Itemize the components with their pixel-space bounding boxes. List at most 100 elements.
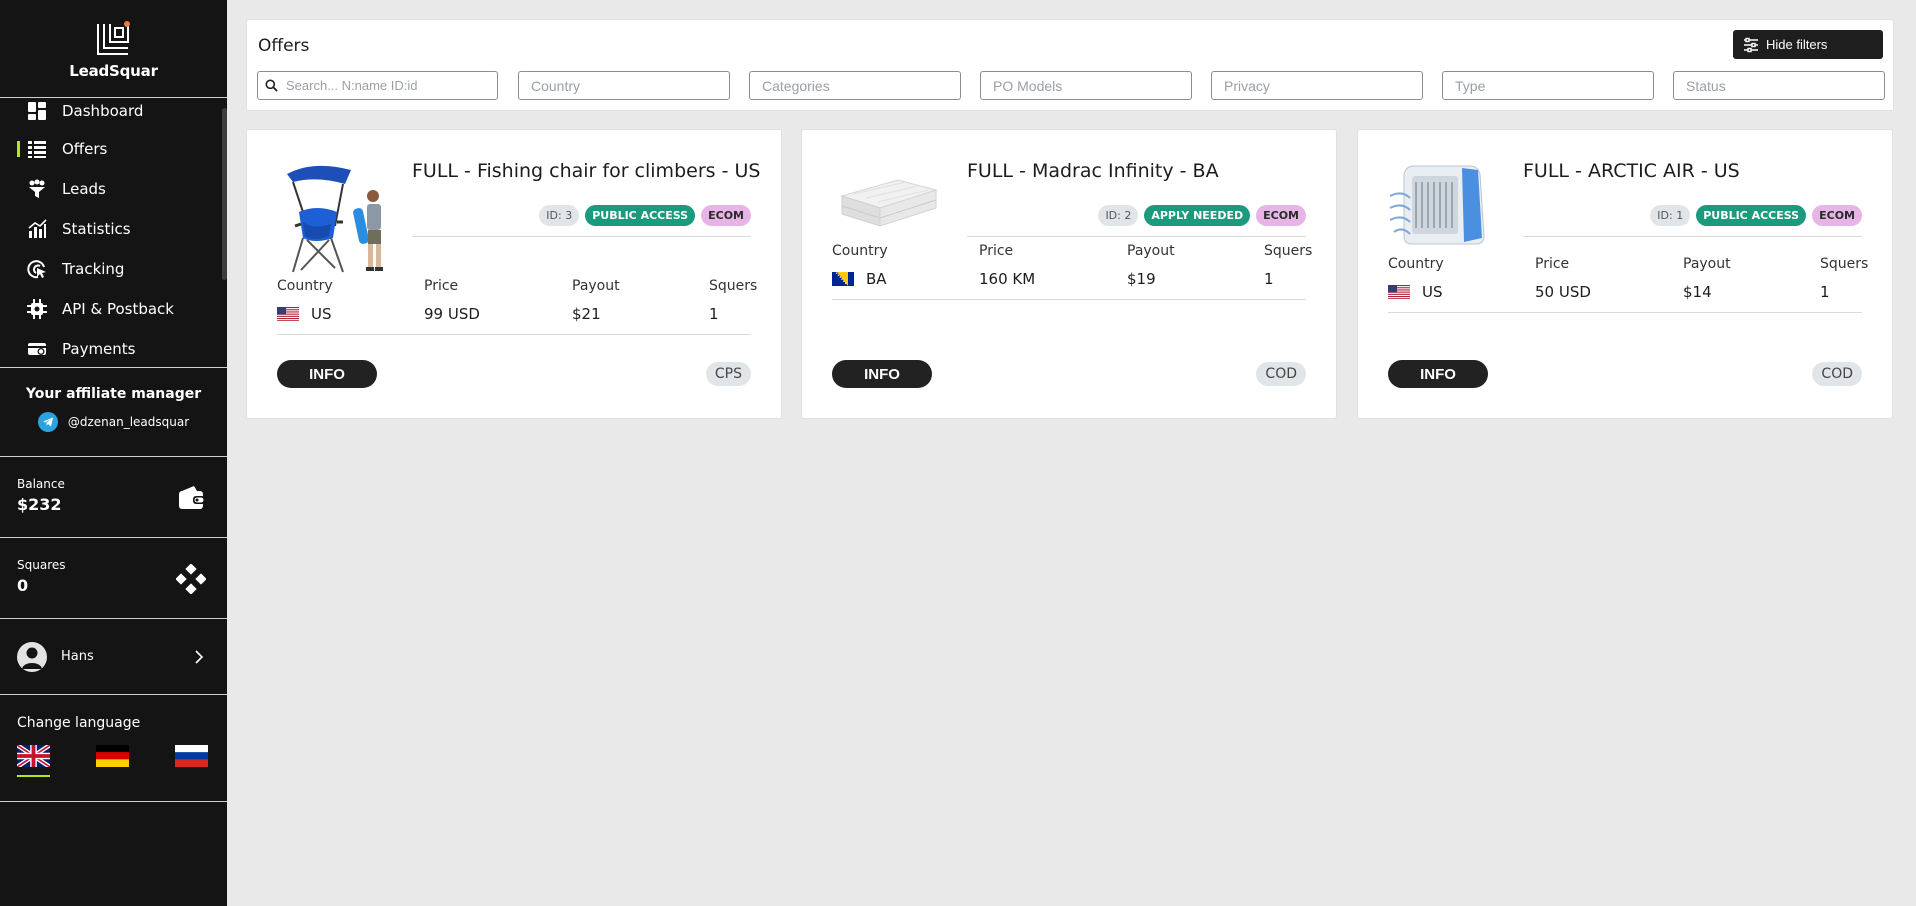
stat-label: Squers (1264, 243, 1313, 259)
leadsquar-logo-icon (96, 20, 130, 55)
stat-label: Payout (1683, 256, 1731, 272)
privacy-filter[interactable] (1211, 71, 1423, 100)
russia-flag-icon (175, 745, 208, 767)
affiliate-manager-contact[interactable]: @dzenan_leadsquar (0, 412, 227, 432)
leads-icon (27, 179, 47, 199)
country-code: BA (866, 270, 887, 288)
divider (1523, 236, 1862, 237)
offer-id-badge: ID: 2 (1098, 205, 1139, 226)
nav-item-api-postback[interactable]: API & Postback (0, 294, 220, 324)
offer-stats: Country US Price 99 USD Payout $21 Squer… (277, 278, 757, 330)
stat-payout: Payout $14 (1683, 256, 1731, 301)
squares-box: Squares 0 (0, 538, 227, 619)
divider (832, 299, 1306, 300)
stat-label: Squers (709, 278, 758, 294)
type-filter[interactable] (1442, 71, 1654, 100)
stat-country: Country US (1388, 256, 1444, 301)
offer-title[interactable]: FULL - Madrac Infinity - BA (967, 160, 1219, 182)
offer-stats: Country US Price 50 USD Payout $14 Squer… (1388, 256, 1868, 308)
stat-value: 1 (709, 305, 719, 323)
stat-squers: Squers 1 (709, 278, 757, 323)
language-german[interactable] (96, 745, 129, 777)
logo[interactable]: LeadSquar (0, 0, 227, 98)
tracking-icon (27, 259, 47, 279)
affiliate-manager-handle: @dzenan_leadsquar (67, 415, 190, 429)
stat-value: 1 (1820, 283, 1830, 301)
categories-filter[interactable] (749, 71, 961, 100)
sliders-icon (1744, 37, 1758, 52)
access-badge: PUBLIC ACCESS (585, 205, 696, 226)
info-button[interactable]: INFO (832, 360, 932, 388)
language-title: Change language (17, 715, 141, 731)
offer-card[interactable]: FULL - Madrac Infinity - BA ID: 2 APPLY … (801, 129, 1337, 419)
nav-scrollbar[interactable] (222, 108, 227, 280)
divider (967, 236, 1306, 237)
offer-card[interactable]: FULL - Fishing chair for climbers - US I… (246, 129, 782, 419)
statistics-icon (27, 219, 47, 239)
hide-filters-button[interactable]: Hide filters (1733, 30, 1883, 59)
stat-value: $21 (572, 305, 601, 323)
telegram-icon (37, 412, 58, 432)
offer-title[interactable]: FULL - ARCTIC AIR - US (1523, 160, 1740, 182)
offer-badges: ID: 2 APPLY NEEDED ECOM (1098, 205, 1306, 226)
offer-title[interactable]: FULL - Fishing chair for climbers - US (412, 160, 760, 182)
stat-price: Price 99 USD (424, 278, 480, 323)
nav-item-offers[interactable]: Offers (0, 134, 220, 164)
nav-item-leads[interactable]: Leads (0, 174, 220, 204)
divider (412, 236, 751, 237)
vertical-badge: ECOM (1812, 205, 1862, 226)
payments-icon (27, 339, 47, 359)
payment-model-badge: COD (1812, 362, 1862, 386)
search-icon (265, 79, 278, 92)
nav-label: Dashboard (62, 102, 144, 120)
stat-label: Country (832, 243, 888, 259)
air-cooler-image (1389, 165, 1485, 245)
stat-country: Country BA (832, 243, 888, 288)
avatar (17, 641, 47, 672)
info-button[interactable]: INFO (277, 360, 377, 388)
stat-value: 160 KM (979, 270, 1036, 288)
stat-label: Country (1388, 256, 1444, 272)
stat-value: $19 (1127, 270, 1156, 288)
nav-label: Tracking (62, 260, 125, 278)
language-english[interactable] (17, 745, 50, 777)
status-filter[interactable] (1673, 71, 1885, 100)
stat-value: BA (832, 270, 888, 288)
affiliate-manager: Your affiliate manager @dzenan_leadsquar (0, 368, 227, 457)
vertical-badge: ECOM (701, 205, 751, 226)
germany-flag-icon (96, 745, 129, 767)
language-russian[interactable] (175, 745, 208, 777)
mattress-image (840, 179, 938, 227)
affiliate-manager-title: Your affiliate manager (25, 386, 202, 402)
info-button[interactable]: INFO (1388, 360, 1488, 388)
balance-box: Balance $232 (0, 457, 227, 538)
nav-item-payments[interactable]: Payments (0, 334, 220, 364)
po-models-filter[interactable] (980, 71, 1192, 100)
stat-squers: Squers 1 (1820, 256, 1868, 301)
stat-value: 1 (1264, 270, 1274, 288)
stat-label: Payout (1127, 243, 1175, 259)
stat-label: Payout (572, 278, 620, 294)
fishing-chair-image (287, 165, 383, 273)
country-filter[interactable] (518, 71, 730, 100)
nav-label: Payments (62, 340, 136, 358)
vertical-badge: ECOM (1256, 205, 1306, 226)
stat-label: Price (424, 278, 459, 294)
nav-item-tracking[interactable]: Tracking (0, 254, 220, 284)
stat-country: Country US (277, 278, 333, 323)
stat-label: Price (1535, 256, 1570, 272)
language-switcher: Change language (0, 695, 227, 802)
us-flag-icon (1388, 285, 1410, 299)
list-icon (27, 139, 47, 159)
stat-price: Price 160 KM (979, 243, 1035, 288)
uk-flag-icon (17, 745, 50, 767)
hide-filters-label: Hide filters (1766, 37, 1828, 52)
wallet-icon (179, 486, 205, 509)
search-input[interactable] (257, 71, 498, 100)
nav-item-statistics[interactable]: Statistics (0, 214, 220, 244)
user-menu[interactable]: Hans (0, 619, 227, 695)
nav-item-dashboard[interactable]: Dashboard (0, 96, 220, 126)
offer-id-badge: ID: 1 (1650, 205, 1691, 226)
offer-card[interactable]: FULL - ARCTIC AIR - US ID: 1 PUBLIC ACCE… (1357, 129, 1893, 419)
chevron-right-icon (195, 649, 204, 664)
